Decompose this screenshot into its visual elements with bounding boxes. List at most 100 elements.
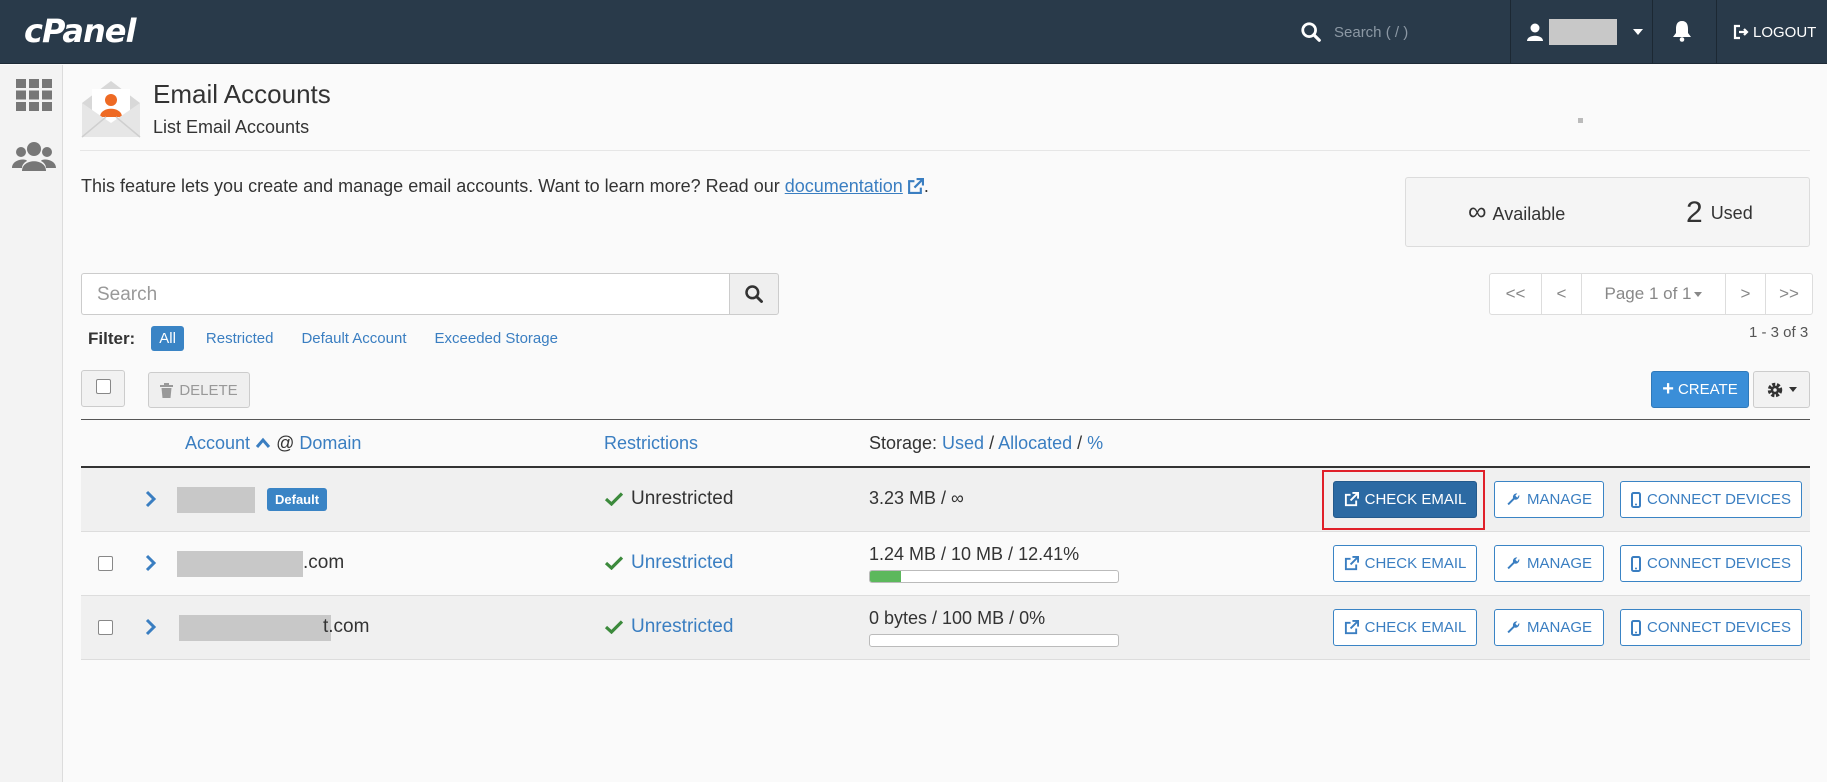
page-select-label: Page 1 of 1: [1604, 284, 1692, 303]
wrench-icon: [1507, 621, 1520, 634]
used-label: Used: [1710, 203, 1753, 223]
check-email-button[interactable]: CHECK EMAIL: [1333, 545, 1477, 582]
sort-used-link[interactable]: Used: [942, 433, 984, 453]
account-name-redacted: [177, 487, 255, 513]
first-page-button[interactable]: <<: [1490, 274, 1542, 314]
chevron-right-icon[interactable]: [145, 490, 157, 508]
global-search-input[interactable]: Search ( / ): [1334, 24, 1408, 41]
search-button[interactable]: [729, 273, 779, 315]
checkbox[interactable]: [95, 379, 111, 394]
settings-dropdown-button[interactable]: [1753, 371, 1810, 408]
create-button[interactable]: + CREATE: [1651, 371, 1749, 408]
row-checkbox[interactable]: [98, 620, 113, 635]
external-link-icon: [1344, 620, 1359, 635]
filter-all[interactable]: All: [151, 326, 184, 351]
sort-domain-link[interactable]: Domain: [299, 433, 361, 453]
wrench-icon: [1507, 557, 1520, 570]
check-email-button[interactable]: CHECK EMAIL: [1333, 609, 1477, 646]
table-row: t.com Unrestricted 0 bytes / 100 MB / 0%…: [81, 596, 1810, 660]
restriction-link[interactable]: Unrestricted: [631, 616, 733, 638]
sort-allocated-link[interactable]: Allocated: [998, 433, 1072, 453]
column-header-restrictions: Restrictions: [604, 433, 698, 454]
manage-button[interactable]: MANAGE: [1494, 545, 1604, 582]
global-search[interactable]: Search ( / ): [1300, 0, 1510, 64]
chevron-right-icon[interactable]: [145, 554, 157, 572]
storage-progress-bar: [869, 570, 1119, 583]
storage-usage: 0 bytes / 100 MB / 0%: [869, 608, 1046, 628]
search-icon: [1301, 22, 1321, 42]
check-icon: [605, 620, 623, 634]
filter-restricted[interactable]: Restricted: [206, 330, 274, 347]
highlight-box: [1322, 470, 1485, 530]
available-label: Available: [1492, 204, 1566, 224]
chevron-down-icon: [1633, 29, 1643, 35]
intro-text: This feature lets you create and manage …: [81, 176, 929, 197]
connect-devices-label: CONNECT DEVICES: [1647, 619, 1791, 636]
restriction-link[interactable]: Unrestricted: [631, 552, 733, 574]
filter-exceeded-storage[interactable]: Exceeded Storage: [435, 330, 558, 347]
mobile-icon: [1631, 619, 1642, 636]
connect-devices-button[interactable]: CONNECT DEVICES: [1620, 545, 1802, 582]
cpanel-logo[interactable]: cPanel: [24, 12, 136, 50]
bell-icon[interactable]: [1672, 20, 1692, 42]
trash-icon: [160, 382, 174, 398]
last-page-button[interactable]: >>: [1766, 274, 1812, 314]
next-page-button[interactable]: >: [1726, 274, 1766, 314]
delete-label: DELETE: [179, 381, 238, 399]
sidebar: [0, 65, 63, 782]
wrench-icon: [1507, 493, 1520, 506]
chevron-right-icon[interactable]: [145, 618, 157, 636]
page-select[interactable]: Page 1 of 1: [1582, 274, 1726, 314]
restriction-label: Unrestricted: [631, 488, 734, 509]
logout-button[interactable]: LOGOUT: [1733, 0, 1816, 64]
check-icon: [605, 556, 623, 570]
intro-sentence: This feature lets you create and manage …: [81, 176, 785, 196]
sort-account-link[interactable]: Account: [185, 433, 250, 453]
used-stat: 2 Used: [1686, 196, 1753, 230]
page-title: Email Accounts: [153, 79, 331, 109]
select-all-checkbox[interactable]: [81, 370, 125, 407]
delete-button[interactable]: DELETE: [148, 372, 250, 408]
table-row: Default Unrestricted 3.23 MB / ∞ CHECK E…: [81, 468, 1810, 532]
account-stats: ∞ Available 2 Used: [1405, 177, 1810, 247]
manage-button[interactable]: MANAGE: [1494, 481, 1604, 518]
page-subtitle: List Email Accounts: [153, 117, 310, 137]
connect-devices-button[interactable]: CONNECT DEVICES: [1620, 481, 1802, 518]
check-email-label: CHECK EMAIL: [1364, 619, 1467, 636]
prev-page-button[interactable]: <: [1542, 274, 1582, 314]
gear-icon: [1767, 382, 1783, 397]
column-header-account: Account @ Domain: [185, 433, 361, 454]
check-icon: [605, 492, 623, 506]
manage-button[interactable]: MANAGE: [1494, 609, 1604, 646]
connect-devices-label: CONNECT DEVICES: [1647, 491, 1791, 508]
column-header-storage: Storage: Used / Allocated / %: [869, 433, 1104, 453]
results-count: 1 - 3 of 3: [1749, 324, 1809, 341]
search-input[interactable]: Search: [81, 273, 730, 315]
storage-usage: 3.23 MB / ∞: [869, 488, 964, 508]
divider: [1652, 0, 1653, 64]
divider: [81, 419, 1810, 420]
documentation-link[interactable]: documentation: [785, 176, 903, 196]
connect-devices-button[interactable]: CONNECT DEVICES: [1620, 609, 1802, 646]
caret-down-icon: [1694, 291, 1703, 297]
sort-asc-icon[interactable]: [255, 437, 271, 449]
intro-end: .: [923, 176, 929, 196]
divider: [80, 150, 1810, 151]
sort-restrictions-link[interactable]: Restrictions: [604, 433, 698, 453]
sort-percent-link[interactable]: %: [1087, 433, 1103, 453]
storage-usage: 1.24 MB / 10 MB / 12.41%: [869, 544, 1080, 564]
external-link-icon[interactable]: [907, 178, 924, 195]
filter-default-account[interactable]: Default Account: [301, 330, 406, 347]
apps-grid-icon[interactable]: [16, 79, 52, 111]
plus-icon: +: [1662, 378, 1674, 400]
account-domain-suffix: .com: [303, 552, 345, 573]
email-accounts-icon: [81, 81, 141, 138]
user-menu[interactable]: [1527, 0, 1643, 64]
restriction-status: Unrestricted: [605, 488, 733, 510]
manage-label: MANAGE: [1526, 555, 1592, 572]
search-icon: [745, 285, 763, 303]
restriction-status: Unrestricted: [605, 552, 733, 574]
users-icon[interactable]: [12, 141, 56, 173]
divider: [1510, 0, 1511, 64]
row-checkbox[interactable]: [98, 556, 113, 571]
